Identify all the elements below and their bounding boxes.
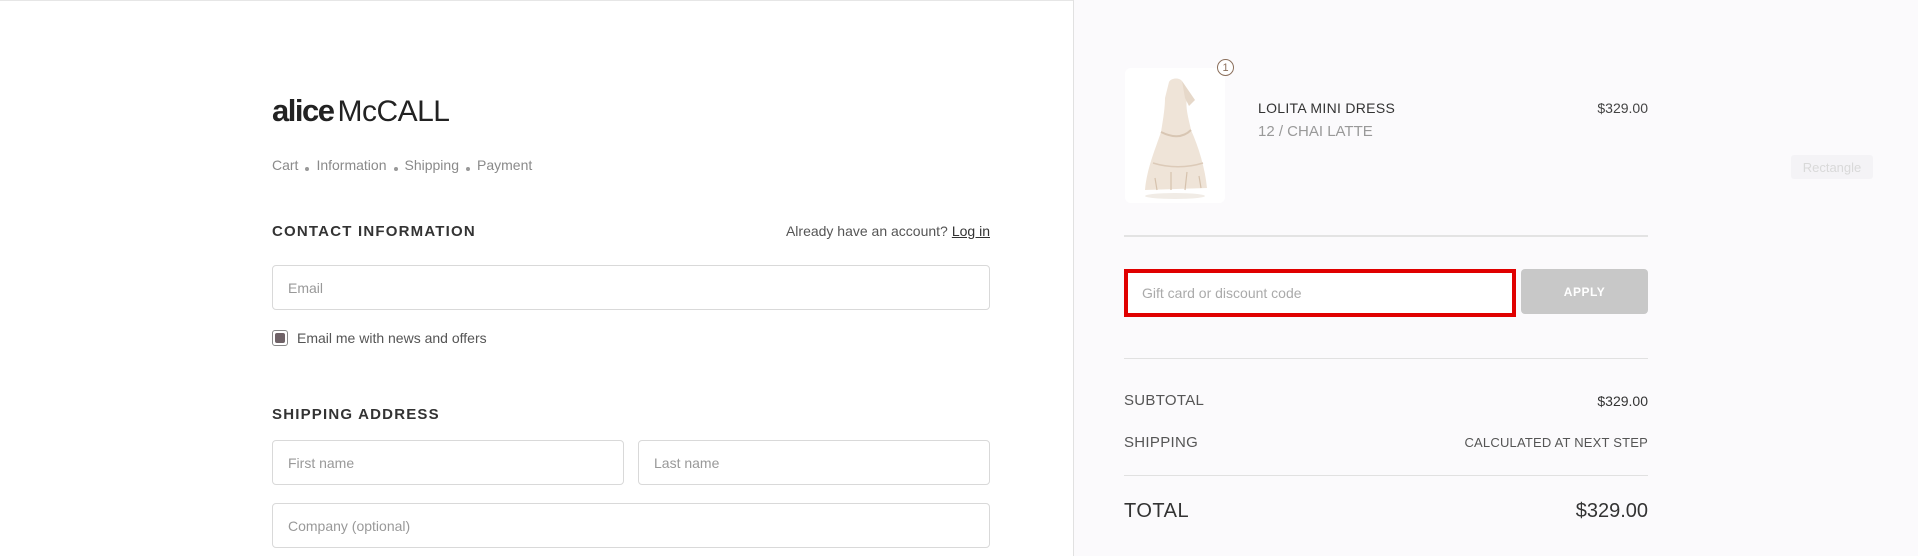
subtotal-label: SUBTOTAL [1124, 392, 1205, 409]
email-input[interactable] [273, 266, 989, 309]
last-name-field[interactable] [638, 440, 990, 485]
newsletter-option[interactable]: Email me with news and offers [272, 330, 487, 346]
last-name-input[interactable] [639, 441, 989, 484]
total-value: $329.00 [1575, 500, 1648, 522]
breadcrumb-cart[interactable]: Cart [272, 157, 298, 173]
quantity-badge: 1 [1217, 59, 1234, 76]
newsletter-label: Email me with news and offers [297, 330, 487, 346]
account-prompt: Already have an account? Log in [786, 223, 990, 239]
product-name: LOLITA MINI DRESS [1258, 100, 1396, 116]
first-name-input[interactable] [273, 441, 623, 484]
checkbox-checked-mark [275, 333, 285, 343]
breadcrumb-payment: Payment [477, 157, 533, 173]
account-prompt-text: Already have an account? [785, 223, 948, 239]
shipping-label: SHIPPING [1124, 434, 1199, 451]
total-label: TOTAL [1124, 500, 1190, 522]
breadcrumb-separator [466, 167, 470, 171]
brand-logo[interactable]: alice McCALL [272, 93, 450, 128]
newsletter-checkbox[interactable] [272, 330, 288, 346]
breadcrumb-shipping: Shipping [404, 157, 460, 173]
summary-divider [1124, 475, 1648, 476]
company-field[interactable] [272, 503, 990, 548]
product-thumbnail [1125, 68, 1225, 203]
ghost-rectangle-label: Rectangle [1791, 155, 1873, 179]
checkout-main-panel: alice McCALL Cart Information Shipping P… [0, 0, 1073, 556]
breadcrumb: Cart Information Shipping Payment [272, 157, 532, 173]
brand-logo-part1: alice [272, 93, 335, 128]
shipping-address-heading: SHIPPING ADDRESS [272, 406, 440, 423]
brand-logo-part2: McCALL [337, 95, 450, 128]
email-field[interactable] [272, 265, 990, 310]
contact-information-heading: CONTACT INFORMATION [272, 223, 476, 240]
product-price: $329.00 [1597, 100, 1648, 116]
subtotal-value: $329.00 [1597, 393, 1648, 409]
first-name-field[interactable] [272, 440, 624, 485]
discount-code-field[interactable] [1124, 269, 1516, 317]
summary-divider [1124, 235, 1648, 237]
login-link[interactable]: Log in [952, 223, 990, 239]
breadcrumb-separator [393, 167, 398, 171]
discount-code-input[interactable] [1128, 273, 1512, 313]
summary-divider [1124, 358, 1648, 359]
apply-discount-button[interactable]: APPLY [1521, 269, 1648, 314]
product-variant: 12 / CHAI LATTE [1258, 123, 1373, 140]
dress-image [1125, 68, 1225, 203]
breadcrumb-information: Information [316, 157, 387, 173]
breadcrumb-separator [305, 167, 310, 171]
shipping-value: CALCULATED AT NEXT STEP [1464, 435, 1648, 450]
company-input[interactable] [273, 504, 989, 547]
